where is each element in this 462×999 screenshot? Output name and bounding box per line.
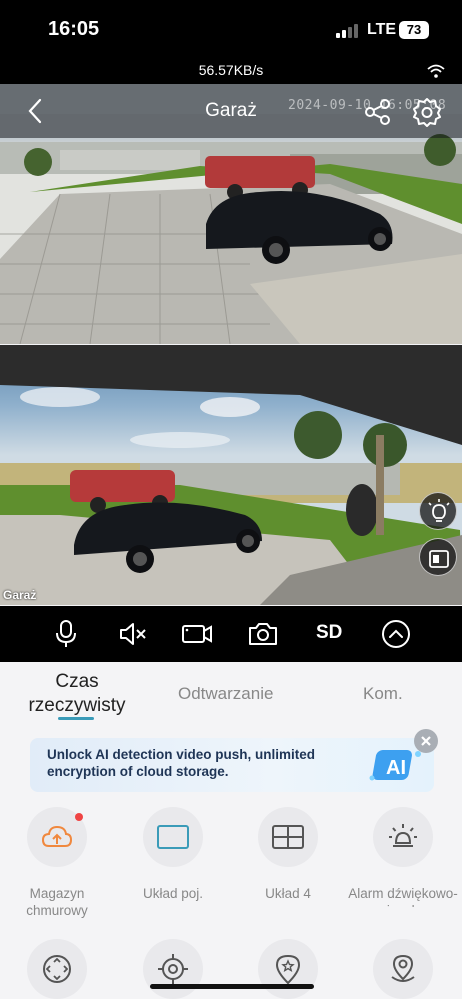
status-bar: 16:05 LTE 73 (0, 0, 462, 60)
active-tab-indicator (58, 717, 94, 720)
network-speed: 56.57KB/s (198, 62, 264, 78)
bottom-camera-feed[interactable] (0, 345, 462, 605)
alarm-label: Alarm dźwiękowo-wizualny (348, 886, 458, 907)
network-speed-bar: 56.57KB/s (0, 60, 462, 84)
wifi-icon (427, 64, 445, 78)
light-toggle-button[interactable] (419, 492, 457, 530)
target-icon (158, 954, 188, 984)
camera-feed-label: Garaż (3, 588, 37, 602)
target-button[interactable] (118, 939, 228, 999)
speaker-mute-icon[interactable] (117, 618, 149, 650)
tab-playback[interactable]: Odtwarzanie (178, 684, 273, 704)
window-switch-icon (429, 550, 449, 568)
gear-icon[interactable] (412, 97, 442, 127)
single-layout-label: Układ poj. (142, 886, 204, 901)
playback-controls: SD (0, 606, 462, 662)
promo-text: Unlock AI detection video push, unlimite… (47, 747, 316, 779)
location-button[interactable] (348, 939, 458, 999)
single-layout-button[interactable]: Układ poj. (118, 807, 228, 902)
alarm-light-icon (389, 824, 417, 847)
share-icon[interactable] (364, 98, 392, 126)
view-switch-button[interactable] (419, 538, 457, 576)
notification-dot (75, 813, 83, 821)
single-layout-icon (157, 825, 189, 849)
control-panel: Czas rzeczywisty Odtwarzanie Kom. Unlock… (0, 662, 462, 999)
ptz-control-button[interactable] (2, 939, 112, 999)
microphone-icon[interactable] (50, 618, 82, 650)
tab-communication[interactable]: Kom. (363, 684, 403, 704)
single-layout-circle (143, 807, 203, 867)
snapshot-camera-icon[interactable] (247, 618, 279, 650)
expand-up-icon[interactable] (380, 618, 412, 650)
ptz-control-icon (43, 955, 71, 983)
home-indicator[interactable] (150, 984, 314, 989)
location-icon (391, 954, 415, 982)
cloud-upload-icon (41, 825, 73, 847)
record-video-icon[interactable] (181, 618, 213, 650)
favorite-location-button[interactable] (233, 939, 343, 999)
promo-banner[interactable]: Unlock AI detection video push, unlimite… (30, 738, 434, 792)
light-bulb-icon (428, 499, 450, 522)
sd-quality-button[interactable]: SD (316, 622, 342, 644)
quad-layout-icon (272, 825, 304, 849)
quad-layout-label: Układ 4 (265, 886, 311, 901)
cloud-storage-circle (27, 807, 87, 867)
svg-text:AI: AI (386, 757, 406, 779)
close-banner-button[interactable] (414, 729, 438, 753)
alarm-button[interactable]: Alarm dźwiękowo-wizualny (348, 807, 458, 907)
cloud-storage-label: Magazyn chmurowy (26, 886, 88, 918)
cloud-storage-button[interactable]: Magazyn chmurowy (2, 807, 112, 919)
location-circle (373, 939, 433, 999)
favorite-location-circle (258, 939, 318, 999)
signal-icon (336, 22, 360, 38)
camera-header: Garaż 2024-09-10 16:05:08 (0, 84, 462, 138)
bottom-feed-scene (0, 345, 462, 605)
quad-layout-button[interactable]: Układ 4 (233, 807, 343, 902)
close-icon (421, 736, 431, 746)
network-type: LTE (367, 21, 397, 38)
quad-layout-circle (258, 807, 318, 867)
alarm-circle (373, 807, 433, 867)
ptz-circle (27, 939, 87, 999)
clock: 16:05 (48, 18, 100, 40)
target-circle (143, 939, 203, 999)
battery-indicator: 73 (399, 21, 429, 39)
location-star-icon (275, 954, 301, 985)
tab-live[interactable]: Czas rzeczywisty (22, 670, 132, 718)
